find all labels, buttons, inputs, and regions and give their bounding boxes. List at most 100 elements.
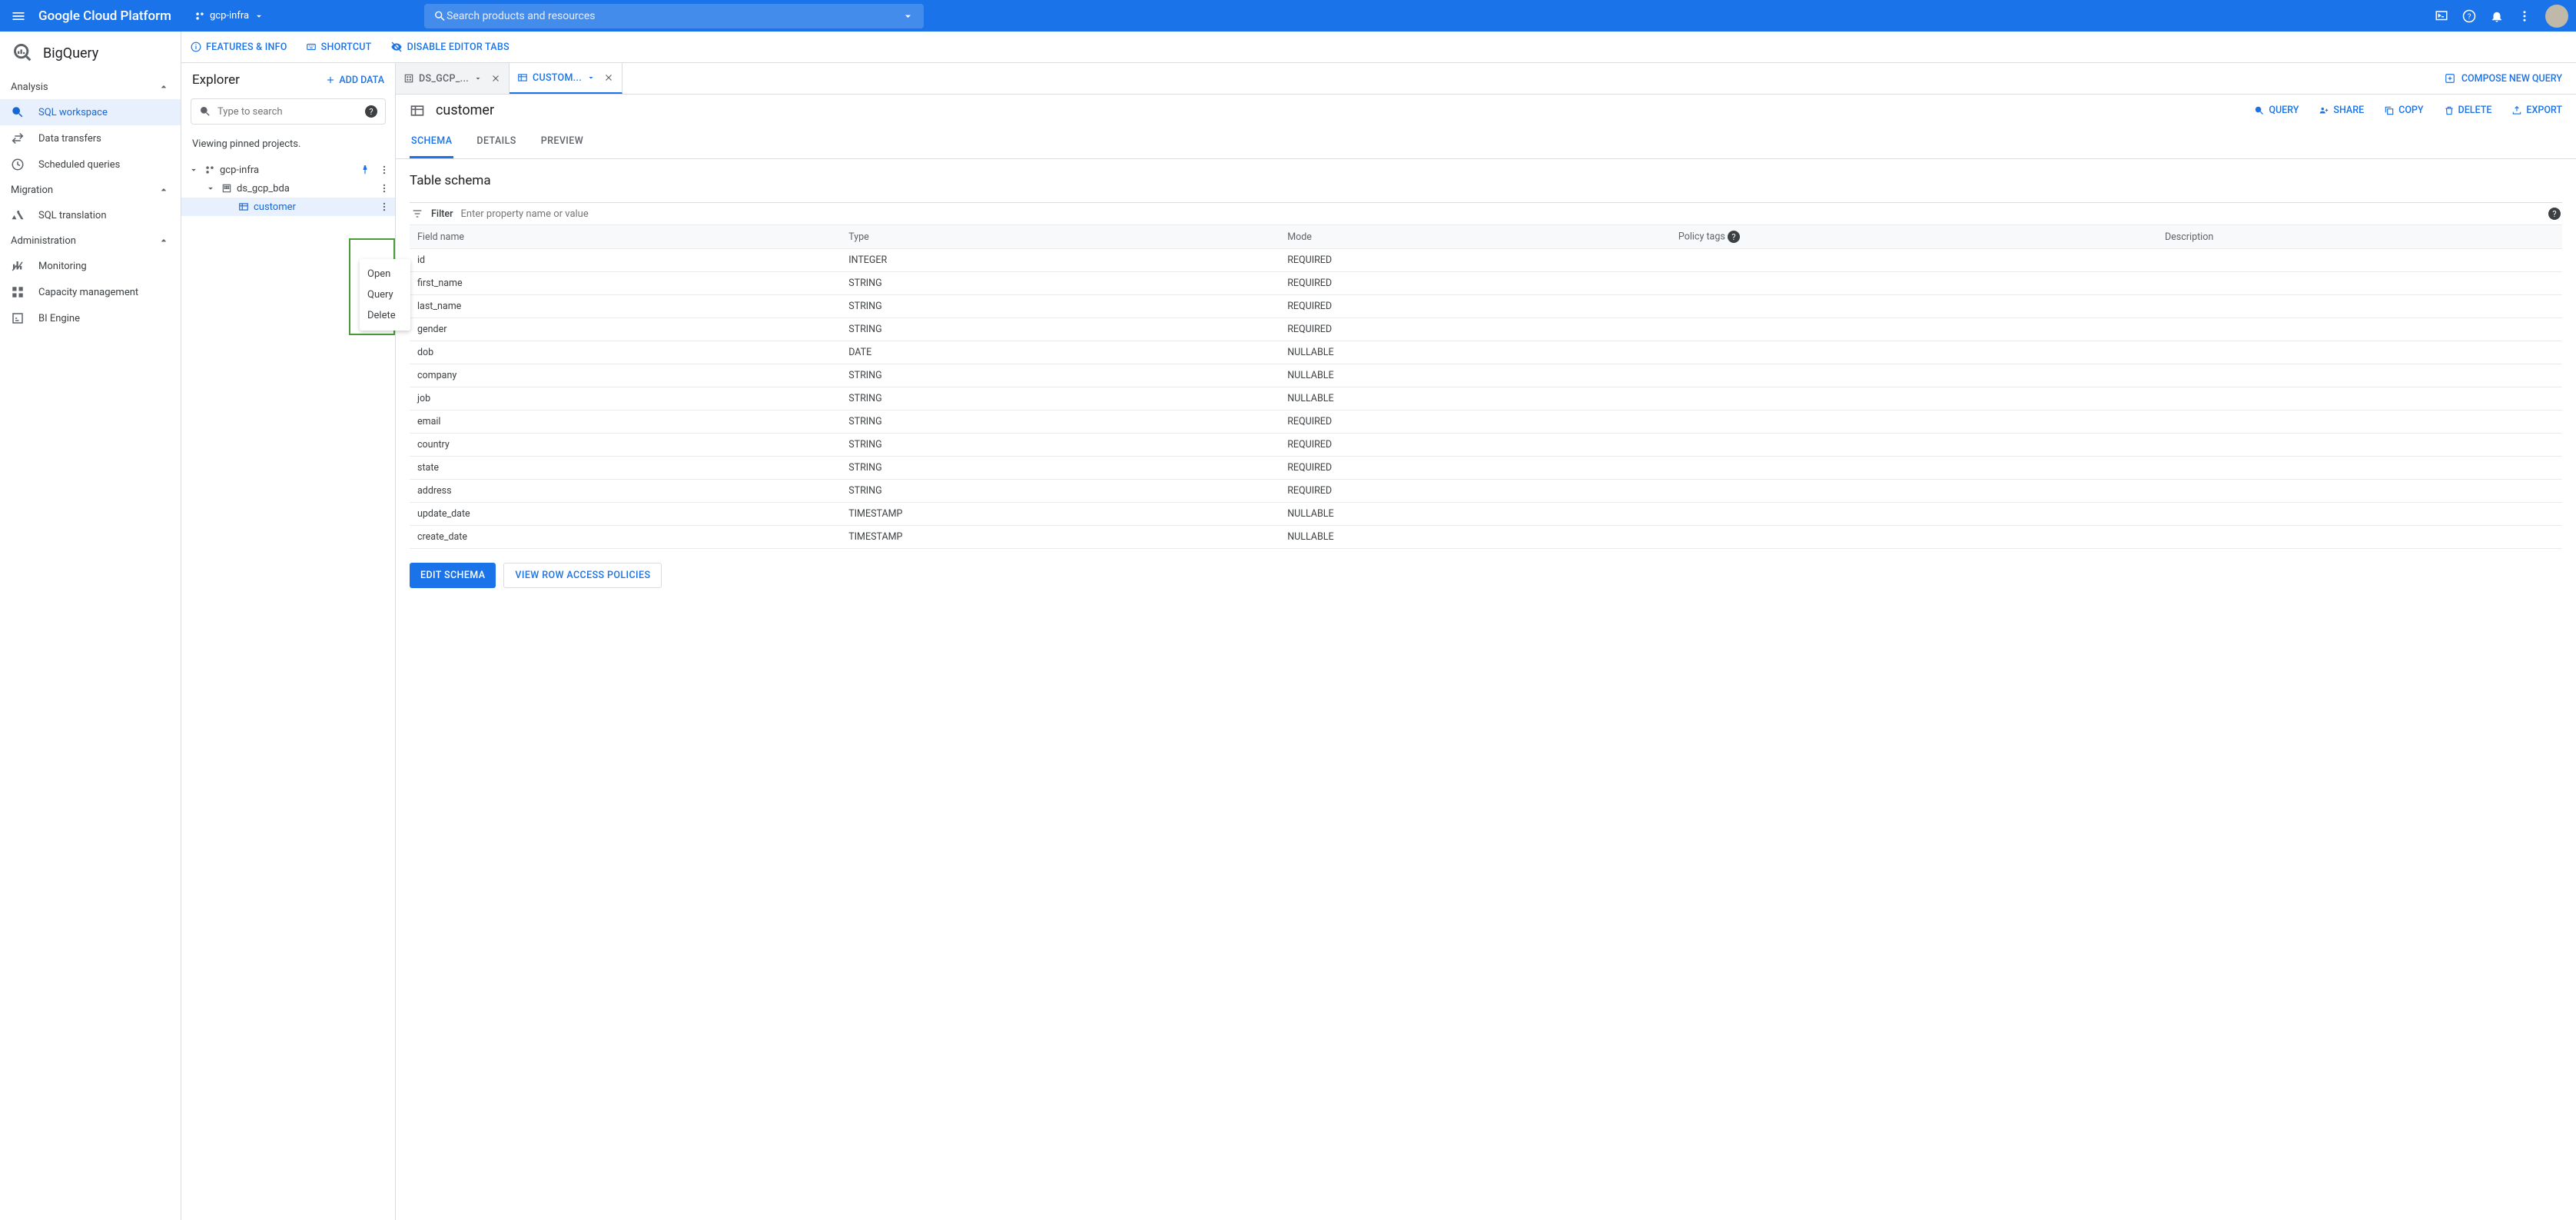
chevron-down-icon[interactable] — [901, 9, 915, 23]
document-tabs: DS_GCP_... CUSTOM... COMPOSE NEW QUERY — [396, 63, 2576, 95]
cell-mode: NULLABLE — [1280, 503, 1671, 526]
action-delete[interactable]: DELETE — [2444, 105, 2492, 116]
action-share[interactable]: SHARE — [2319, 105, 2364, 116]
notifications-icon[interactable] — [2490, 9, 2504, 23]
cloud-shell-icon[interactable] — [2435, 9, 2448, 23]
cell-policy — [1671, 249, 2157, 272]
chevron-up-icon — [158, 184, 170, 196]
doc-tab-customer[interactable]: CUSTOM... — [510, 63, 622, 94]
more-vert-icon[interactable] — [378, 164, 390, 176]
explorer-title: Explorer — [192, 72, 240, 88]
explorer-search-input[interactable] — [217, 106, 359, 118]
help-icon[interactable]: ? — [2548, 208, 2561, 220]
chevron-down-icon[interactable] — [204, 182, 217, 194]
cell-policy — [1671, 295, 2157, 318]
subtab-schema[interactable]: SCHEMA — [410, 126, 453, 158]
help-icon[interactable]: ? — [2462, 9, 2476, 23]
tree-project[interactable]: gcp-infra — [181, 161, 395, 179]
nav-data-transfers[interactable]: Data transfers — [0, 125, 181, 151]
cell-field: state — [410, 457, 841, 480]
search-icon — [433, 9, 446, 23]
subtab-preview[interactable]: PREVIEW — [539, 126, 585, 158]
filter-icon — [411, 208, 423, 220]
filter-input[interactable] — [461, 208, 2541, 220]
cell-policy — [1671, 318, 2157, 341]
nav-bi-engine[interactable]: BI Engine — [0, 305, 181, 331]
help-icon[interactable]: ? — [1728, 231, 1740, 243]
main-panel: DS_GCP_... CUSTOM... COMPOSE NEW QUERY c… — [396, 32, 2576, 1220]
section-administration[interactable]: Administration — [0, 228, 181, 253]
cell-desc — [2157, 480, 2562, 503]
action-copy[interactable]: COPY — [2384, 105, 2423, 116]
pin-icon[interactable] — [360, 165, 370, 175]
explorer-search[interactable]: ? — [191, 98, 386, 125]
table-name: customer — [436, 102, 494, 118]
more-vert-icon[interactable] — [378, 182, 390, 194]
nav-scheduled-queries[interactable]: Scheduled queries — [0, 151, 181, 178]
hamburger-menu-icon[interactable] — [8, 5, 29, 27]
disable-editor-tabs-link[interactable]: DISABLE EDITOR TABS — [390, 41, 510, 53]
more-vert-icon[interactable] — [378, 201, 390, 213]
more-vert-icon[interactable] — [2518, 9, 2531, 23]
compose-new-query-button[interactable]: COMPOSE NEW QUERY — [2431, 63, 2576, 94]
search-input[interactable] — [446, 10, 901, 22]
schema-table: Field name Type Mode Policy tags ? Descr… — [410, 225, 2562, 549]
action-query[interactable]: QUERY — [2254, 105, 2299, 116]
subtab-details[interactable]: DETAILS — [475, 126, 517, 158]
tree-table-customer[interactable]: customer — [181, 198, 395, 216]
chevron-down-icon[interactable] — [586, 73, 596, 82]
cell-policy — [1671, 503, 2157, 526]
cell-type: STRING — [841, 295, 1280, 318]
nav-sql-translation[interactable]: SQL translation — [0, 202, 181, 228]
row-access-policies-button[interactable]: VIEW ROW ACCESS POLICIES — [503, 563, 662, 588]
project-name: gcp-infra — [210, 10, 249, 22]
section-migration[interactable]: Migration — [0, 178, 181, 202]
cell-desc — [2157, 364, 2562, 387]
ctx-delete[interactable]: Delete — [360, 305, 410, 326]
table-icon — [517, 72, 528, 83]
cell-mode: REQUIRED — [1280, 295, 1671, 318]
nav-monitoring[interactable]: Monitoring — [0, 253, 181, 279]
cell-field: id — [410, 249, 841, 272]
add-data-button[interactable]: ADD DATA — [325, 75, 384, 86]
tree-dataset[interactable]: ds_gcp_bda — [181, 179, 395, 198]
cell-field: company — [410, 364, 841, 387]
features-info-link[interactable]: FEATURES & INFO — [191, 41, 287, 53]
ctx-query[interactable]: Query — [360, 284, 410, 305]
cell-type: STRING — [841, 318, 1280, 341]
cell-policy — [1671, 272, 2157, 295]
project-selector[interactable]: gcp-infra — [188, 7, 271, 25]
chevron-down-icon[interactable] — [188, 164, 200, 176]
cell-desc — [2157, 295, 2562, 318]
cell-field: gender — [410, 318, 841, 341]
section-analysis[interactable]: Analysis — [0, 75, 181, 99]
table-row: idINTEGERREQUIRED — [410, 249, 2562, 272]
shortcut-link[interactable]: SHORTCUT — [306, 41, 372, 53]
cell-type: DATE — [841, 341, 1280, 364]
cell-policy — [1671, 387, 2157, 411]
table-row: emailSTRINGREQUIRED — [410, 411, 2562, 434]
doc-tab-dataset[interactable]: DS_GCP_... — [396, 63, 510, 94]
product-header: BigQuery — [0, 32, 181, 75]
nav-sql-workspace[interactable]: SQL workspace — [0, 99, 181, 125]
export-icon — [2511, 105, 2522, 116]
cell-field: create_date — [410, 526, 841, 549]
cell-mode: NULLABLE — [1280, 364, 1671, 387]
table-subtabs: SCHEMA DETAILS PREVIEW — [396, 126, 2576, 159]
cell-mode: NULLABLE — [1280, 526, 1671, 549]
action-export[interactable]: EXPORT — [2511, 105, 2562, 116]
search-icon — [199, 105, 211, 118]
global-search[interactable] — [424, 4, 924, 28]
cell-type: INTEGER — [841, 249, 1280, 272]
avatar[interactable] — [2545, 5, 2568, 28]
trash-icon — [2444, 105, 2455, 116]
ctx-open[interactable]: Open — [360, 264, 410, 284]
project-icon — [204, 165, 215, 175]
cell-policy — [1671, 364, 2157, 387]
nav-capacity-management[interactable]: Capacity management — [0, 279, 181, 305]
close-icon[interactable] — [490, 73, 501, 84]
help-icon[interactable]: ? — [365, 105, 377, 118]
edit-schema-button[interactable]: EDIT SCHEMA — [410, 563, 496, 588]
close-icon[interactable] — [603, 72, 614, 83]
chevron-down-icon[interactable] — [473, 74, 483, 83]
